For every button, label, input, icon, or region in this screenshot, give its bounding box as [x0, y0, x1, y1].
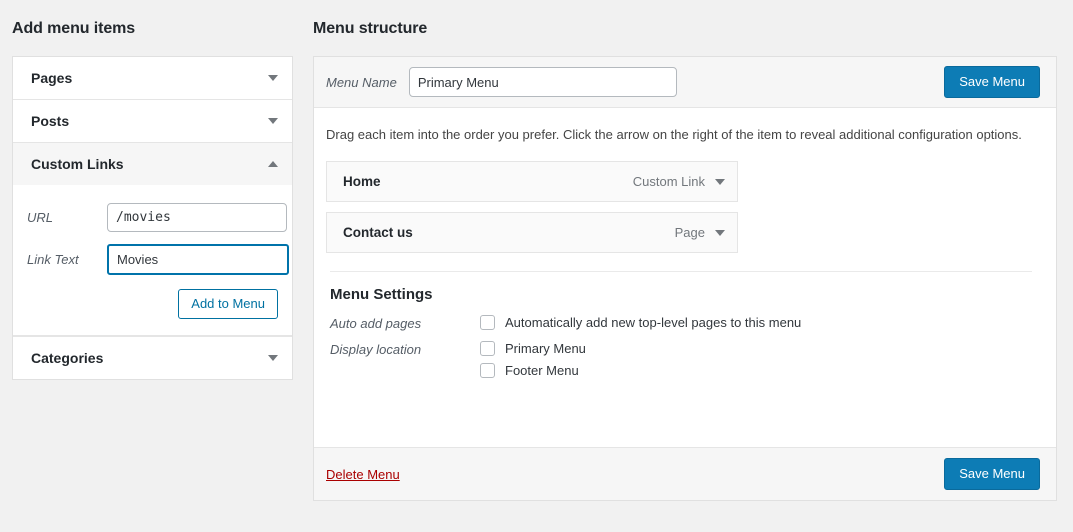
menu-name-input[interactable]	[408, 67, 677, 97]
link-text-label: Link Text	[27, 252, 79, 267]
add-to-menu-row: Add to Menu	[27, 289, 278, 319]
custom-links-form: URL Link Text Add to Menu	[13, 185, 292, 336]
link-text-field-row: Link Text	[27, 244, 289, 275]
accordion-header-custom-links[interactable]: Custom Links	[13, 143, 292, 185]
add-menu-items-accordion: Pages Posts Custom Links URL /movies Lin…	[12, 56, 293, 380]
menu-item-title: Home	[343, 174, 381, 190]
menu-structure-footer: Delete Menu Save Menu	[314, 447, 1056, 500]
accordion-label-categories: Categories	[31, 349, 104, 366]
menu-name-label: Menu Name	[326, 74, 397, 90]
accordion-section-custom-links: Custom Links URL Link Text Add to Menu	[13, 143, 292, 337]
accordion-section-posts: Posts	[13, 100, 292, 143]
url-input[interactable]	[107, 203, 287, 232]
accordion-label-custom-links: Custom Links	[31, 156, 124, 172]
section-divider	[330, 271, 1032, 273]
menu-item-type: Custom Link	[632, 174, 705, 190]
auto-add-pages-checkbox[interactable]	[480, 315, 495, 331]
auto-add-pages-label: Auto add pages	[330, 316, 422, 332]
accordion-section-categories: Categories	[13, 336, 292, 379]
chevron-down-icon[interactable]	[268, 118, 278, 124]
delete-menu-link[interactable]: Delete Menu	[326, 467, 400, 482]
chevron-down-icon[interactable]	[715, 178, 725, 185]
menu-item-title: Contact us	[343, 225, 413, 241]
display-location-row: Display location Primary Menu Footer Men…	[326, 341, 1038, 379]
menu-settings-heading: Menu Settings	[330, 286, 433, 304]
accordion-header-categories[interactable]: Categories	[13, 336, 292, 379]
menu-item-row[interactable]: Home Custom Link	[326, 161, 738, 203]
menu-structure-body: Drag each item into the order you prefer…	[314, 108, 1056, 379]
add-menu-items-title: Add menu items	[12, 20, 136, 37]
accordion-header-posts[interactable]: Posts	[13, 100, 292, 142]
auto-add-pages-row: Auto add pages Automatically add new top…	[326, 315, 1038, 331]
display-location-label: Display location	[330, 342, 422, 358]
chevron-down-icon[interactable]	[715, 229, 725, 236]
location-primary-menu-line: Primary Menu	[480, 341, 586, 357]
accordion-header-pages[interactable]: Pages	[13, 57, 292, 99]
url-label: URL	[27, 210, 54, 225]
location-footer-menu-line: Footer Menu	[480, 363, 586, 379]
location-primary-menu-checkbox[interactable]	[480, 341, 495, 357]
menu-item-row[interactable]: Contact us Page	[326, 212, 738, 254]
save-menu-button-bottom[interactable]: Save Menu	[944, 457, 1040, 491]
location-footer-menu-label: Footer Menu	[505, 363, 579, 379]
save-menu-button-top[interactable]: Save Menu	[944, 65, 1040, 99]
url-field-row: URL	[27, 203, 287, 232]
location-footer-menu-checkbox[interactable]	[480, 363, 495, 379]
link-text-input[interactable]	[107, 244, 289, 275]
accordion-label-pages: Pages	[31, 70, 73, 86]
menu-name-bar: Menu Name Save Menu	[314, 57, 1056, 108]
add-to-menu-button[interactable]: Add to Menu	[178, 289, 278, 319]
drag-instructions: Drag each item into the order you prefer…	[326, 127, 1022, 142]
chevron-up-icon[interactable]	[268, 161, 278, 167]
menu-structure-title: Menu structure	[313, 20, 428, 37]
chevron-down-icon[interactable]	[268, 354, 278, 361]
chevron-down-icon[interactable]	[268, 75, 278, 81]
menu-item-type: Page	[674, 225, 705, 241]
accordion-label-posts: Posts	[31, 113, 70, 129]
menu-editor-page: Add menu items Pages Posts Custom Links	[0, 0, 1073, 532]
auto-add-pages-option-label: Automatically add new top-level pages to…	[505, 315, 802, 331]
auto-add-pages-group: Automatically add new top-level pages to…	[480, 315, 802, 331]
auto-add-pages-checkbox-line: Automatically add new top-level pages to…	[480, 315, 802, 331]
location-primary-menu-label: Primary Menu	[505, 341, 586, 357]
display-location-group: Primary Menu Footer Menu	[480, 341, 586, 379]
accordion-section-pages: Pages	[13, 57, 292, 100]
menu-structure-panel: Menu Name Save Menu Drag each item into …	[313, 56, 1057, 501]
